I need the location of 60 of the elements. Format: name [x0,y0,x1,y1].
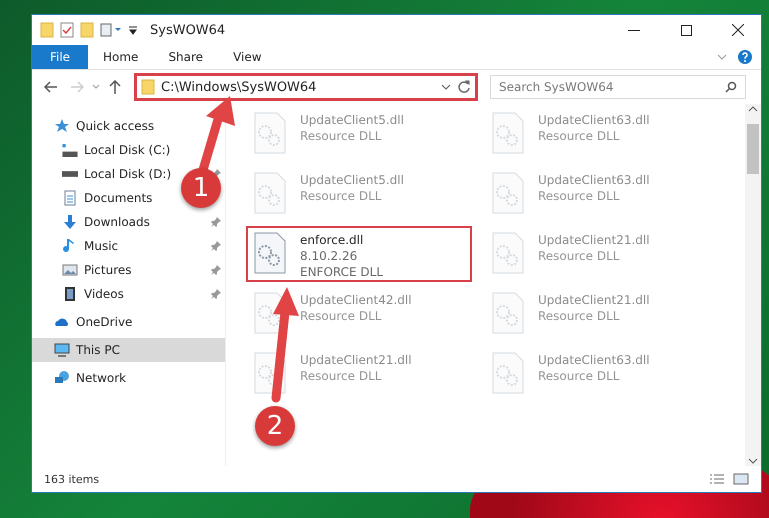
chevron-up-icon[interactable] [748,104,758,114]
sidebar-item[interactable]: This PC [32,338,225,362]
sidebar-item[interactable]: OneDrive [32,310,136,334]
checklist-icon[interactable] [60,22,74,38]
sidebar-item[interactable]: Videos [32,282,225,306]
close-icon[interactable] [732,24,744,36]
folder-icon [80,22,94,38]
scrollbar[interactable] [745,104,761,466]
drive-icon [62,143,78,157]
pin-icon[interactable] [211,289,221,299]
sidebar-item[interactable]: Network [32,366,130,390]
up-arrow-icon[interactable] [109,80,121,94]
sidebar-item[interactable]: Downloads [32,210,225,234]
sidebar-item[interactable]: Music [32,234,225,258]
folder-icon [141,79,155,95]
chevron-down-icon[interactable] [441,83,451,91]
gear-file-icon [492,352,524,394]
item-count: 163 items [44,472,100,486]
ribbon-tab[interactable]: Home [88,45,154,69]
file-item[interactable]: enforce.dll 8.10.2.26 ENFORCE DLL [246,226,472,282]
folder-icon [40,22,54,38]
gear-file-icon [254,352,286,394]
properties-icon[interactable] [100,23,122,37]
download-icon [62,214,78,230]
monitor-icon [54,342,70,358]
star-icon [54,118,70,134]
sidebar-item[interactable]: Pictures [32,258,225,282]
picture-icon [62,262,78,278]
address-field[interactable]: C:\Windows\SysWOW64 [134,73,478,101]
sidebar-item[interactable]: Quick access [32,114,158,138]
document-icon [62,190,78,206]
gear-file-icon [492,292,524,334]
ribbon-tab[interactable]: Share [153,45,218,69]
details-view-icon[interactable] [709,473,725,485]
gear-file-icon [492,112,524,154]
gear-file-icon [254,112,286,154]
pin-icon[interactable] [211,265,221,275]
dropdown-icon[interactable] [128,25,138,35]
film-icon [62,286,78,302]
refresh-icon[interactable] [457,80,471,94]
pin-icon[interactable] [211,241,221,251]
search-icon [725,81,737,93]
pin-icon[interactable] [211,217,221,227]
window-title: SysWOW64 [150,22,226,38]
scrollbar-thumb[interactable] [747,124,759,174]
maximize-icon[interactable] [680,24,692,36]
gear-file-icon [492,232,524,274]
sidebar-item[interactable]: Documents [32,186,156,210]
gear-file-icon [254,172,286,214]
back-arrow-icon[interactable] [44,81,58,93]
search-field[interactable]: Search SysWOW64 [490,75,746,99]
gear-file-icon [254,232,286,274]
ribbon-tab[interactable]: View [218,45,277,69]
drive-icon [62,171,78,177]
network-icon [54,370,70,386]
gear-file-icon [492,172,524,214]
sidebar-item[interactable]: Local Disk (C:) [32,138,174,162]
chevron-down-icon[interactable] [748,456,758,466]
large-icons-view-icon[interactable] [733,473,749,485]
ribbon-tab[interactable]: File [32,45,88,69]
